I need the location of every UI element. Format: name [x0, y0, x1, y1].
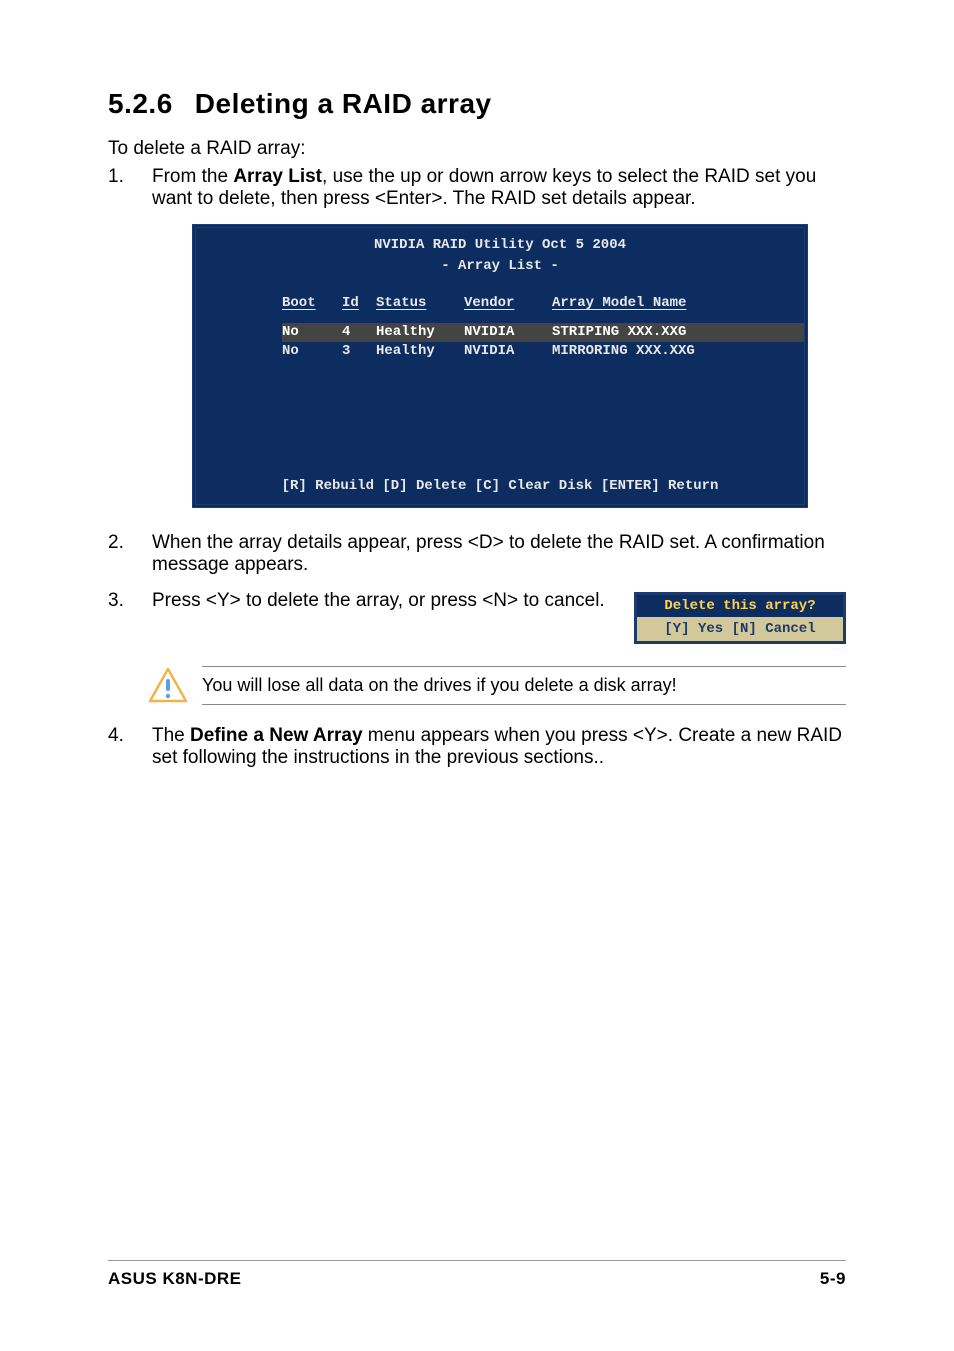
step-text-prefix: The	[152, 725, 190, 746]
step-2: 2. When the array details appear, press …	[108, 532, 846, 576]
footer-right: 5-9	[820, 1269, 846, 1289]
cell-boot: No	[282, 342, 342, 361]
warning-note: You will lose all data on the drives if …	[148, 666, 846, 705]
step-text-prefix: From the	[152, 166, 233, 187]
section-title-text: Deleting a RAID array	[195, 88, 492, 119]
confirm-dialog-head: Delete this array?	[637, 595, 843, 617]
warning-text: You will lose all data on the drives if …	[202, 666, 846, 705]
footer-left: ASUS K8N-DRE	[108, 1269, 242, 1289]
table-row[interactable]: No 3 Healthy NVIDIA MIRRORING XXX.XXG	[282, 342, 804, 361]
warning-icon	[148, 667, 188, 705]
cell-boot: No	[282, 323, 342, 342]
step-1: 1. From the Array List, use the up or do…	[108, 166, 846, 508]
col-vendor: Vendor	[464, 294, 552, 313]
terminal-body: Boot Id Status Vendor Array Model Name N…	[196, 282, 804, 471]
step-bold: Define a New Array	[190, 725, 362, 746]
terminal-subtitle: - Array List -	[200, 257, 800, 276]
col-model: Array Model Name	[552, 294, 772, 313]
cell-model: MIRRORING XXX.XXG	[552, 342, 772, 361]
cell-id: 3	[342, 342, 376, 361]
step-number: 1.	[108, 166, 144, 188]
step-text: Press <Y> to delete the array, or press …	[152, 590, 605, 611]
confirm-dialog: Delete this array? [Y] Yes [N] Cancel	[634, 592, 846, 644]
cell-id: 4	[342, 323, 376, 342]
step-text: When the array details appear, press <D>…	[152, 532, 825, 575]
bios-terminal: NVIDIA RAID Utility Oct 5 2004 - Array L…	[192, 224, 808, 508]
terminal-footer: [R] Rebuild [D] Delete [C] Clear Disk [E…	[196, 470, 804, 504]
page-footer: ASUS K8N-DRE 5-9	[108, 1260, 846, 1289]
terminal-header: NVIDIA RAID Utility Oct 5 2004 - Array L…	[196, 228, 804, 282]
terminal-table-header: Boot Id Status Vendor Array Model Name	[282, 294, 804, 313]
cell-status: Healthy	[376, 323, 464, 342]
step-number: 4.	[108, 725, 144, 747]
section-number: 5.2.6	[108, 88, 173, 119]
col-status: Status	[376, 294, 464, 313]
step-4: 4. The Define a New Array menu appears w…	[108, 725, 846, 769]
step-bold: Array List	[233, 166, 322, 187]
cell-status: Healthy	[376, 342, 464, 361]
cell-vendor: NVIDIA	[464, 323, 552, 342]
cell-model: STRIPING XXX.XXG	[552, 323, 772, 342]
table-row[interactable]: No 4 Healthy NVIDIA STRIPING XXX.XXG	[282, 323, 804, 342]
step-3: Delete this array? [Y] Yes [N] Cancel 3.…	[108, 590, 846, 644]
col-boot: Boot	[282, 294, 342, 313]
section-heading: 5.2.6 Deleting a RAID array	[108, 88, 846, 120]
col-id: Id	[342, 294, 376, 313]
step-number: 3.	[108, 590, 144, 612]
confirm-dialog-body[interactable]: [Y] Yes [N] Cancel	[637, 617, 843, 641]
step-number: 2.	[108, 532, 144, 554]
intro-text: To delete a RAID array:	[108, 138, 846, 160]
cell-vendor: NVIDIA	[464, 342, 552, 361]
terminal-title: NVIDIA RAID Utility Oct 5 2004	[374, 237, 626, 253]
